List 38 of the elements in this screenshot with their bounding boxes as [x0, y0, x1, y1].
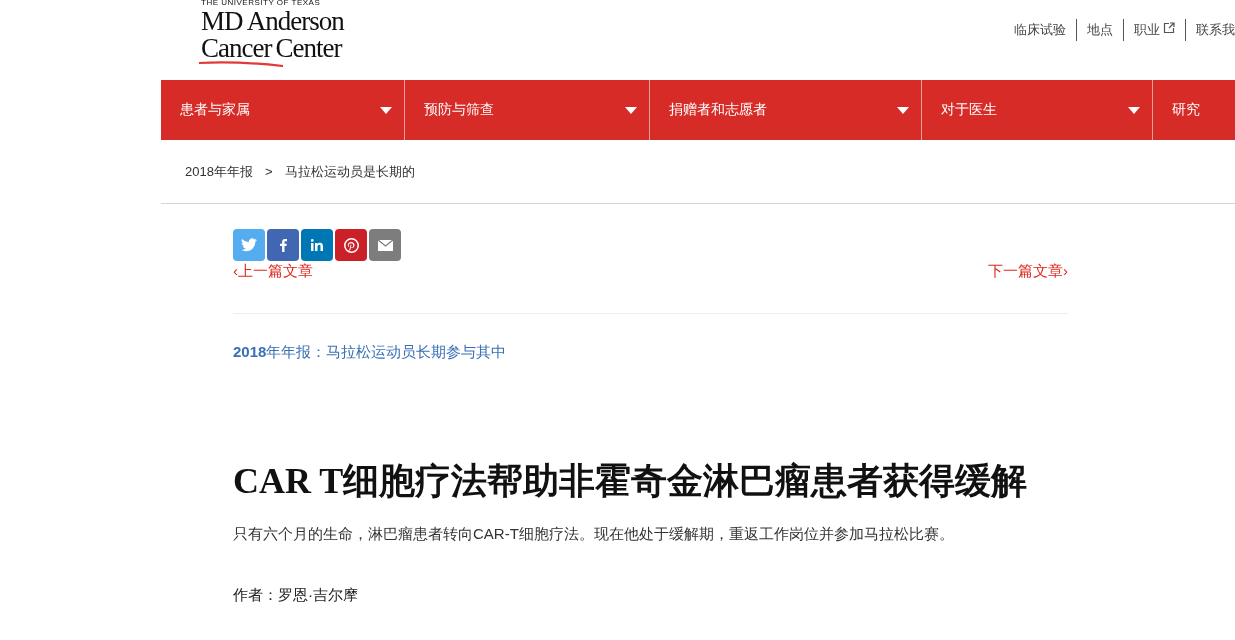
utility-link[interactable]: 地点 [1087, 21, 1113, 39]
share-button[interactable] [301, 229, 333, 261]
logo-name: MD Anderson [201, 8, 344, 35]
breadcrumb-current: 马拉松运动员是长期的 [284, 162, 415, 181]
nav-item[interactable]: 预防与筛查 [405, 80, 650, 140]
article-author: 作者：罗恩·吉尔摩 [233, 586, 359, 605]
nav-item[interactable]: 捐赠者和志愿者 [650, 80, 922, 140]
nav-item[interactable]: 对于医生 [922, 80, 1153, 140]
logo[interactable]: THE UNIVERSITY OF TEXAS MD Anderson CancerCenter [201, 0, 344, 69]
logo-university: THE UNIVERSITY OF TEXAS [201, 0, 322, 7]
caret-icon [1128, 106, 1140, 114]
caret-icon [897, 106, 909, 114]
envelope-icon [377, 239, 393, 251]
share-button[interactable] [335, 229, 367, 261]
next-article-link[interactable]: 下一篇文章› [988, 262, 1068, 281]
article-title: CAR T细胞疗法帮助非霍奇金淋巴瘤患者获得缓解 [233, 460, 1029, 503]
caret-icon [380, 106, 392, 114]
nav-item[interactable]: 患者与家属 [161, 80, 405, 140]
pinterest-icon [343, 237, 359, 253]
linkedin-icon [311, 239, 323, 251]
utility-link[interactable]: 职业 [1134, 21, 1175, 39]
breadcrumb-link[interactable]: 2018年年报 [185, 162, 253, 181]
breadcrumb-separator: > [264, 164, 273, 179]
caret-icon [625, 106, 637, 114]
logo-center-word: Center [275, 35, 342, 62]
utility-link[interactable]: 联系我 [1196, 21, 1235, 39]
logo-cancer-word: Cancer [201, 35, 272, 62]
bird-icon [241, 238, 257, 252]
external-link-icon [1163, 22, 1175, 34]
article-subtitle: 只有六个月的生命，淋巴瘤患者转向CAR-T细胞疗法。现在他处于缓解期，重返工作岗位并参加马拉松比赛。 [233, 525, 955, 544]
series-link[interactable]: 2018年年报：马拉松运动员长期参与其中 [233, 343, 1068, 362]
utility-link[interactable]: 临床试验 [1014, 21, 1066, 39]
share-button[interactable] [369, 229, 401, 261]
previous-article-link[interactable]: ‹上一篇文章 [233, 262, 313, 281]
nav-item[interactable]: 研究 [1153, 80, 1235, 140]
share-button[interactable] [233, 229, 265, 261]
facebook-icon [279, 238, 287, 252]
share-button[interactable] [267, 229, 299, 261]
